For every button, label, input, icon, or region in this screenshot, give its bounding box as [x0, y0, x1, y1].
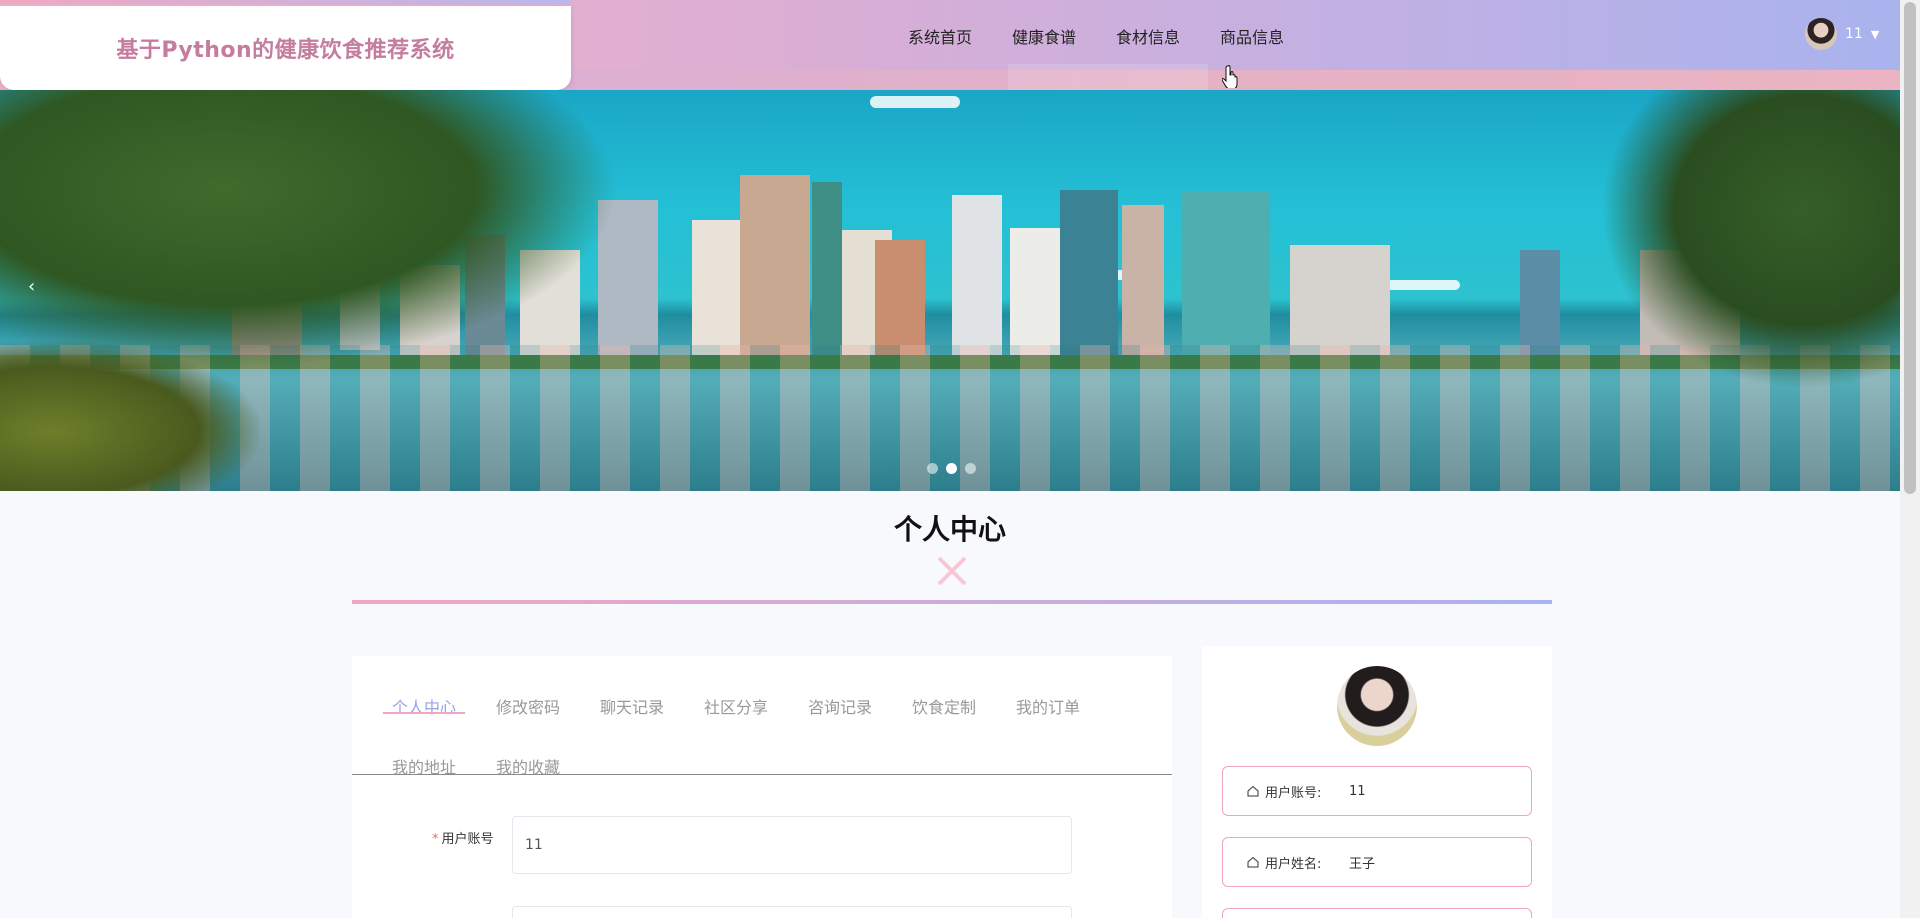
banner-carousel: ‹ — [0, 90, 1900, 491]
carousel-dot-active[interactable] — [946, 463, 957, 474]
nav-item-recipes[interactable]: 健康食谱 — [1012, 24, 1076, 48]
next-field-input[interactable] — [512, 906, 1072, 918]
carousel-dot[interactable] — [965, 463, 976, 474]
tab-diet-custom[interactable]: 饮食定制 — [912, 694, 976, 718]
account-field-label: * 用户账号 — [432, 828, 494, 847]
info-row-name: 用户姓名: 王子 — [1222, 837, 1532, 887]
home-icon — [1247, 785, 1259, 797]
profile-avatar[interactable] — [1337, 666, 1417, 746]
nav-item-products[interactable]: 商品信息 — [1220, 24, 1284, 48]
carousel-dot[interactable] — [927, 463, 938, 474]
page-scrollbar[interactable] — [1900, 0, 1920, 918]
section-divider — [352, 600, 1552, 604]
name-value: 王子 — [1349, 856, 1376, 872]
nav-item-ingredients[interactable]: 食材信息 — [1116, 24, 1180, 48]
scrollbar-thumb[interactable] — [1904, 2, 1916, 494]
name-label: 用户姓名: — [1265, 856, 1322, 872]
account-input[interactable] — [512, 816, 1072, 874]
logo-text: 基于Python的健康饮食推荐系统 — [116, 38, 455, 63]
carousel-indicators — [927, 463, 976, 474]
cross-decoration-icon — [937, 556, 967, 586]
tab-consult-records[interactable]: 咨询记录 — [808, 694, 872, 718]
tab-change-password[interactable]: 修改密码 — [496, 694, 560, 718]
home-icon — [1247, 856, 1259, 868]
header-accent-line — [0, 0, 570, 4]
user-menu[interactable]: 11 ▼ — [1805, 18, 1879, 50]
tree-foliage-left — [0, 90, 620, 370]
avatar[interactable] — [1805, 18, 1837, 50]
account-label-text: 用户账号 — [441, 832, 494, 847]
logo[interactable]: 基于Python的健康饮食推荐系统 — [0, 6, 571, 90]
caret-down-icon[interactable]: ▼ — [1871, 28, 1879, 41]
grass-bank — [0, 341, 260, 491]
tabs-divider — [352, 774, 1172, 775]
info-row-account: 用户账号: 11 — [1222, 766, 1532, 816]
profile-form-panel: 个人中心 修改密码 聊天记录 社区分享 咨询记录 饮食定制 我的订单 我的地址 … — [352, 656, 1172, 918]
tab-community-share[interactable]: 社区分享 — [704, 694, 768, 718]
account-label: 用户账号: — [1265, 785, 1322, 801]
tab-my-orders[interactable]: 我的订单 — [1016, 694, 1080, 718]
user-name: 11 — [1845, 26, 1863, 42]
page-title: 个人中心 — [893, 513, 1006, 546]
account-value: 11 — [1349, 783, 1366, 799]
required-marker: * — [432, 832, 439, 847]
profile-summary-card: 用户账号: 11 用户姓名: 王子 — [1202, 646, 1552, 918]
tree-foliage-right — [1600, 90, 1900, 390]
chevron-left-icon[interactable]: ‹ — [28, 276, 35, 297]
hand-cursor-icon — [1222, 65, 1238, 88]
main-nav: 系统首页 健康食谱 食材信息 商品信息 — [908, 24, 1324, 48]
tab-chat-history[interactable]: 聊天记录 — [600, 694, 664, 718]
tab-personal-center[interactable]: 个人中心 — [392, 694, 456, 718]
info-row-next — [1222, 908, 1532, 918]
active-tab-indicator — [383, 712, 465, 714]
nav-item-home[interactable]: 系统首页 — [908, 24, 972, 48]
